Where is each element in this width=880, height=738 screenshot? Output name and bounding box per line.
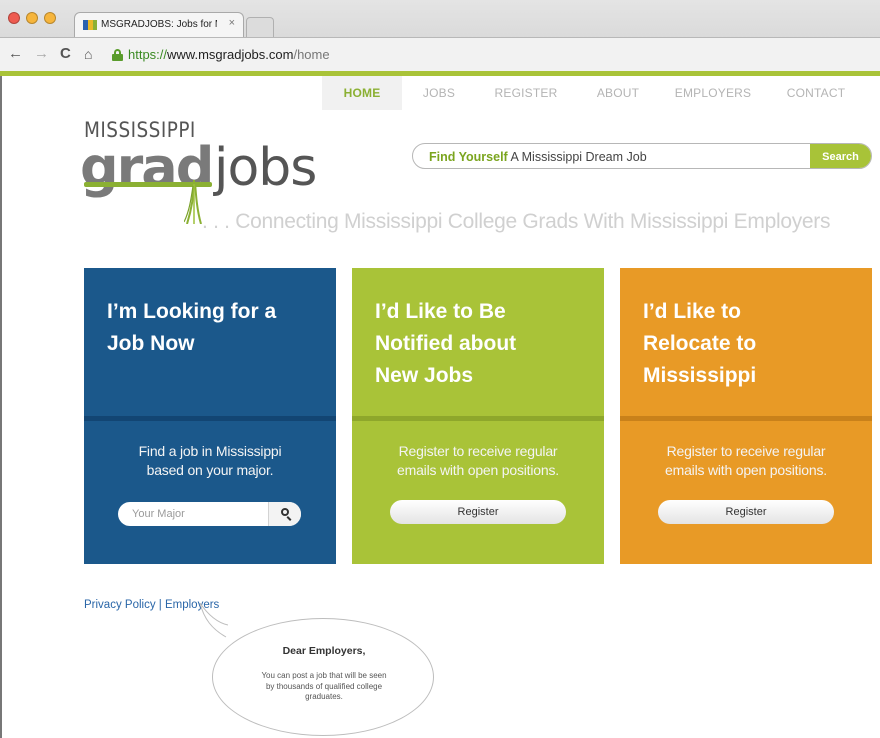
bubble-text: You can post a job that will be seen by … (213, 671, 435, 703)
card-heading: I’m Looking for a Job Now (107, 296, 317, 360)
card-desc-line: Register to receive regular (398, 443, 558, 459)
card-find-job: I’m Looking for a Job Now Find a job in … (84, 268, 336, 564)
card-heading-line: Job Now (107, 332, 195, 355)
search-highlight: Find Yourself (429, 150, 508, 164)
bubble-line: by thousands of qualified college (265, 681, 383, 691)
major-search-button[interactable] (268, 502, 301, 526)
register-button[interactable]: Register (390, 500, 566, 524)
address-bar[interactable]: https://www.msgradjobs.com/home (128, 47, 330, 62)
tagline: . . . Connecting Mississippi College Gra… (202, 210, 831, 233)
forward-arrow-icon[interactable]: → (34, 46, 49, 62)
register-button[interactable]: Register (658, 500, 834, 524)
card-desc-line: emails with open positions. (397, 462, 559, 478)
card-heading: I’d Like to Relocate to Mississippi (643, 296, 853, 392)
card-desc-line: Register to receive regular (666, 443, 826, 459)
nav-item-about[interactable]: ABOUT (576, 76, 660, 110)
card-desc-line: Find a job in Mississippi (138, 443, 282, 459)
card-description: Register to receive regular emails with … (620, 442, 872, 480)
main-nav: HOME JOBS REGISTER ABOUT EMPLOYERS CONTA… (322, 76, 866, 110)
major-search-field[interactable]: Your Major (118, 502, 301, 526)
card-heading-line: Relocate to (643, 332, 757, 355)
card-notify: I’d Like to Be Notified about New Jobs R… (352, 268, 604, 564)
search-text: A Mississippi Dream Job (510, 150, 647, 164)
search-icon (281, 508, 289, 516)
card-heading: I’d Like to Be Notified about New Jobs (375, 296, 585, 392)
card-heading-line: I’d Like to (643, 300, 742, 323)
close-window-button[interactable] (8, 12, 20, 24)
card-description: Register to receive regular emails with … (352, 442, 604, 480)
nav-item-contact[interactable]: CONTACT (766, 76, 866, 110)
card-heading-line: I’m Looking for a (107, 300, 277, 323)
window-left-edge (0, 76, 2, 738)
browser-chrome: MSGRADJOBS: Jobs for Mis × ← → C ⌂ https… (0, 0, 880, 71)
lock-icon (112, 49, 123, 61)
card-desc-line: based on your major. (146, 462, 274, 478)
minimize-window-button[interactable] (26, 12, 38, 24)
card-divider (352, 416, 604, 421)
job-search-bar[interactable]: Find Yourself A Mississippi Dream Job Se… (412, 143, 872, 169)
bubble-line: You can post a job that will be seen (261, 671, 387, 680)
url-scheme: https:// (128, 47, 168, 62)
card-description: Find a job in Mississippi based on your … (84, 442, 336, 480)
url-host: www.msgradjobs.com (167, 47, 294, 62)
search-button[interactable]: Search (810, 144, 871, 168)
new-tab-button[interactable] (246, 17, 274, 37)
card-divider (620, 416, 872, 421)
url-path: /home (293, 47, 330, 62)
zoom-window-button[interactable] (44, 12, 56, 24)
card-desc-line: emails with open positions. (665, 462, 827, 478)
speech-bubble-tail (199, 603, 228, 638)
bubble-line: graduates. (305, 692, 343, 701)
employer-speech-bubble: Dear Employers, You can post a job that … (212, 618, 434, 736)
favicon-icon (83, 20, 97, 30)
card-heading-line: I’d Like to Be (375, 300, 506, 323)
grass-icon (184, 180, 202, 224)
nav-item-employers[interactable]: EMPLOYERS (660, 76, 766, 110)
card-relocate: I’d Like to Relocate to Mississippi Regi… (620, 268, 872, 564)
card-divider (84, 416, 336, 421)
back-arrow-icon[interactable]: ← (8, 46, 23, 62)
card-heading-line: Mississippi (643, 364, 757, 387)
nav-item-register[interactable]: REGISTER (476, 76, 576, 110)
card-heading-line: New Jobs (375, 364, 474, 387)
search-input[interactable]: Find Yourself A Mississippi Dream Job (429, 150, 647, 164)
nav-item-home[interactable]: HOME (322, 76, 402, 110)
privacy-policy-link[interactable]: Privacy Policy (84, 599, 156, 611)
card-heading-line: Notified about (375, 332, 517, 355)
tab-title: MSGRADJOBS: Jobs for Mis (101, 19, 217, 30)
bubble-title: Dear Employers, (282, 645, 366, 657)
nav-item-jobs[interactable]: JOBS (402, 76, 476, 110)
footer-separator: | (158, 599, 162, 611)
home-icon[interactable]: ⌂ (84, 46, 92, 62)
logo-jobs-text: jobs (214, 138, 317, 198)
page: HOME JOBS REGISTER ABOUT EMPLOYERS CONTA… (0, 76, 880, 738)
reload-icon[interactable]: C (60, 46, 71, 62)
tab-close-icon[interactable]: × (229, 17, 235, 29)
browser-toolbar: ← → C ⌂ https://www.msgradjobs.com/home (0, 37, 880, 71)
major-input[interactable]: Your Major (132, 508, 185, 520)
browser-tab[interactable]: MSGRADJOBS: Jobs for Mis × (74, 12, 244, 37)
